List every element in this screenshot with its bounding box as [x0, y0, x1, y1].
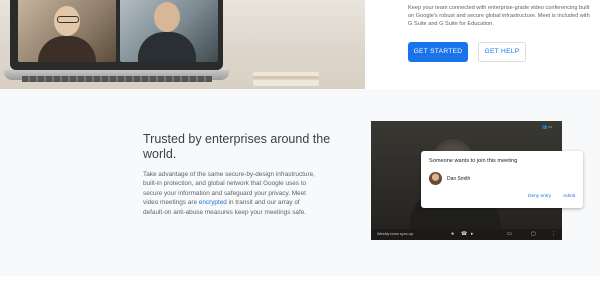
deny-entry-button[interactable]: Deny entry: [528, 194, 551, 199]
captions-icon[interactable]: ▭: [507, 229, 512, 240]
end-call-icon[interactable]: ☎: [461, 229, 467, 240]
glasses-icon: [57, 16, 79, 23]
get-help-button[interactable]: GET HELP: [478, 42, 526, 62]
hero-description: Keep your team connected with enterprise…: [408, 5, 590, 27]
books-stack: [253, 72, 319, 86]
join-dialog-title: Someone wants to join this meeting: [429, 158, 518, 164]
participant-head: [154, 2, 180, 32]
mic-icon[interactable]: ●: [451, 229, 454, 240]
video-tile-participant-1: [18, 0, 116, 62]
people-icon: 👥: [542, 124, 548, 129]
avatar: [429, 172, 442, 185]
laptop-keyboard: [22, 76, 212, 82]
meeting-room-name: Weekly team sync-up: [377, 232, 414, 236]
get-started-button[interactable]: GET STARTED: [408, 42, 468, 62]
join-request-dialog: Someone wants to join this meeting Dan S…: [421, 151, 583, 208]
participant-body: [38, 36, 96, 62]
participant-body: [138, 32, 196, 62]
laptop-screen: [10, 0, 223, 70]
section-title: Trusted by enterprises around the world.: [143, 132, 331, 161]
encrypted-link[interactable]: encrypted: [199, 199, 227, 206]
section-body: Take advantage of the same secure-by-des…: [143, 170, 318, 217]
chat-icon: ▭: [548, 124, 552, 129]
next-section-background: [0, 276, 600, 300]
present-icon[interactable]: ▢: [531, 229, 536, 240]
hero-photo: [0, 0, 365, 89]
more-options-icon[interactable]: ⋮: [551, 229, 556, 240]
requester-name: Dan Smith: [447, 176, 471, 182]
meeting-top-icons: 👥 ▭: [542, 124, 552, 129]
meeting-control-bar: Weekly team sync-up ● ☎ ▸ ▭ ▢ ⋮: [371, 229, 562, 240]
video-tile-participant-2: [120, 0, 218, 62]
admit-button[interactable]: Admit: [563, 194, 575, 199]
camera-icon[interactable]: ▸: [471, 229, 474, 240]
